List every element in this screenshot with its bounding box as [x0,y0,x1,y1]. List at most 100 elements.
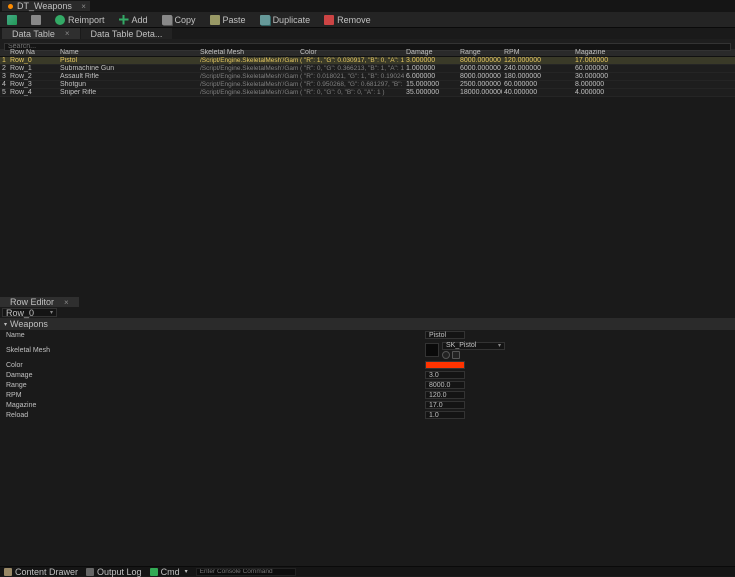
reimport-button[interactable]: Reimport [52,14,108,26]
content-drawer-icon [4,568,12,576]
table-row[interactable]: 4Row_3Shotgun/Script/Engine.SkeletalMesh… [0,81,735,89]
col-rpm[interactable]: RPM [502,49,573,56]
damage-input[interactable]: 3.0 [425,371,465,379]
close-icon[interactable]: × [64,298,69,307]
remove-button[interactable]: Remove [321,14,374,26]
cell-rpm: 120.000000 [502,57,573,64]
add-icon [119,15,129,25]
cell-idx: 5 [0,89,8,96]
row-editor-panel: Row Editor × Row_0 Weapons Name Skeletal … [0,297,735,420]
col-rowname[interactable]: Row Na [8,49,58,56]
table-row[interactable]: 2Row_1Submachine Gun/Script/Engine.Skele… [0,65,735,73]
output-log-icon [86,568,94,576]
bottom-bar: Content Drawer Output Log Cmd▾ [0,566,735,576]
browse-asset-icon[interactable] [452,351,460,359]
prop-label-mesh: Skeletal Mesh [0,340,425,360]
save-icon [7,15,17,25]
cell-range: 8000.000000 [458,73,502,80]
table-row[interactable]: 3Row_2Assault Rifle/Script/Engine.Skelet… [0,73,735,81]
cell-rpm: 60.000000 [502,81,573,88]
cell-idx: 1 [0,57,8,64]
reimport-label: Reimport [68,15,105,25]
close-icon[interactable]: × [65,29,70,38]
file-tab[interactable]: DT_Weapons × [2,1,90,11]
close-icon[interactable]: × [81,2,86,11]
tab-row-editor[interactable]: Row Editor × [0,297,79,307]
paste-label: Paste [223,15,246,25]
col-mesh[interactable]: Skeletal Mesh [198,49,298,56]
cell-magazine: 60.000000 [573,65,713,72]
cell-damage: 6.000000 [404,73,458,80]
use-asset-icon[interactable] [442,351,450,359]
save-button[interactable] [4,14,20,26]
search-row [0,39,735,49]
cell-rowname: Row_3 [8,81,58,88]
cell-magazine: 30.000000 [573,73,713,80]
cell-color: ( "R": 0, "G": 0.366213, "B": 1, "A": 1 … [298,65,404,72]
name-input[interactable]: Pistol [425,331,465,339]
category-header[interactable]: Weapons [0,318,735,330]
cell-rowname: Row_4 [8,89,58,96]
col-name[interactable]: Name [58,49,198,56]
tab-data-table-details[interactable]: Data Table Deta... [81,28,173,39]
tab-label: Data Table [12,29,55,39]
duplicate-icon [260,15,270,25]
duplicate-button[interactable]: Duplicate [257,14,314,26]
cell-rowname: Row_1 [8,65,58,72]
row-selector-dropdown[interactable]: Row_0 [2,308,57,317]
cell-range: 8000.000000 [458,57,502,64]
console-input[interactable] [196,568,296,576]
table-row[interactable]: 1Row_0Pistol/Script/Engine.SkeletalMesh'… [0,57,735,65]
output-log-button[interactable]: Output Log [86,567,142,577]
col-magazine[interactable]: Magazine [573,49,713,56]
cmd-button[interactable]: Cmd▾ [150,567,188,577]
cell-mesh: /Script/Engine.SkeletalMesh'/Game/Weapon… [198,89,298,96]
file-tab-row: DT_Weapons × [0,0,735,12]
reimport-icon [55,15,65,25]
paste-icon [210,15,220,25]
tab-data-table[interactable]: Data Table × [2,28,80,39]
mesh-thumbnail[interactable] [425,343,439,357]
data-table: Row Na Name Skeletal Mesh Color Damage R… [0,49,735,97]
rpm-input[interactable]: 120.0 [425,391,465,399]
cell-idx: 3 [0,73,8,80]
prop-label-rpm: RPM [0,390,425,400]
toolbar: Reimport Add Copy Paste Duplicate Remove [0,12,735,28]
magazine-input[interactable]: 17.0 [425,401,465,409]
cell-name: Shotgun [58,81,198,88]
cell-color: ( "R": 0.950268, "G": 0.681297, "B": 0.0… [298,81,404,88]
prop-label-name: Name [0,330,425,340]
reload-input[interactable]: 1.0 [425,411,465,419]
cmd-icon [150,568,158,576]
browse-button[interactable] [28,14,44,26]
prop-label-damage: Damage [0,370,425,380]
col-range[interactable]: Range [458,49,502,56]
cell-name: Pistol [58,57,198,64]
cell-damage: 1.000000 [404,65,458,72]
col-damage[interactable]: Damage [404,49,458,56]
copy-button[interactable]: Copy [159,14,199,26]
remove-label: Remove [337,15,371,25]
cell-rpm: 240.000000 [502,65,573,72]
range-input[interactable]: 8000.0 [425,381,465,389]
output-log-label: Output Log [97,567,142,577]
file-tab-label: DT_Weapons [17,1,72,11]
col-color[interactable]: Color [298,49,404,56]
table-row[interactable]: 5Row_4Sniper Rifle/Script/Engine.Skeleta… [0,89,735,97]
cell-rowname: Row_2 [8,73,58,80]
paste-button[interactable]: Paste [207,14,249,26]
cell-mesh: /Script/Engine.SkeletalMesh'/Game/Weapon… [198,73,298,80]
cell-range: 18000.000000 [458,89,502,96]
content-drawer-button[interactable]: Content Drawer [4,567,78,577]
color-swatch[interactable] [425,361,465,369]
property-labels: Name Skeletal Mesh Color Damage Range RP… [0,330,425,420]
cell-damage: 35.000000 [404,89,458,96]
duplicate-label: Duplicate [273,15,311,25]
mesh-dropdown[interactable]: SK_Pistol [442,342,505,350]
property-values: Pistol SK_Pistol 3.0 8000.0 120.0 17.0 1… [425,330,735,420]
row-selector-value: Row_0 [6,308,34,318]
chevron-down-icon: ▾ [185,568,188,575]
cell-rpm: 40.000000 [502,89,573,96]
add-button[interactable]: Add [116,14,151,26]
tab-label: Row Editor [10,297,54,307]
